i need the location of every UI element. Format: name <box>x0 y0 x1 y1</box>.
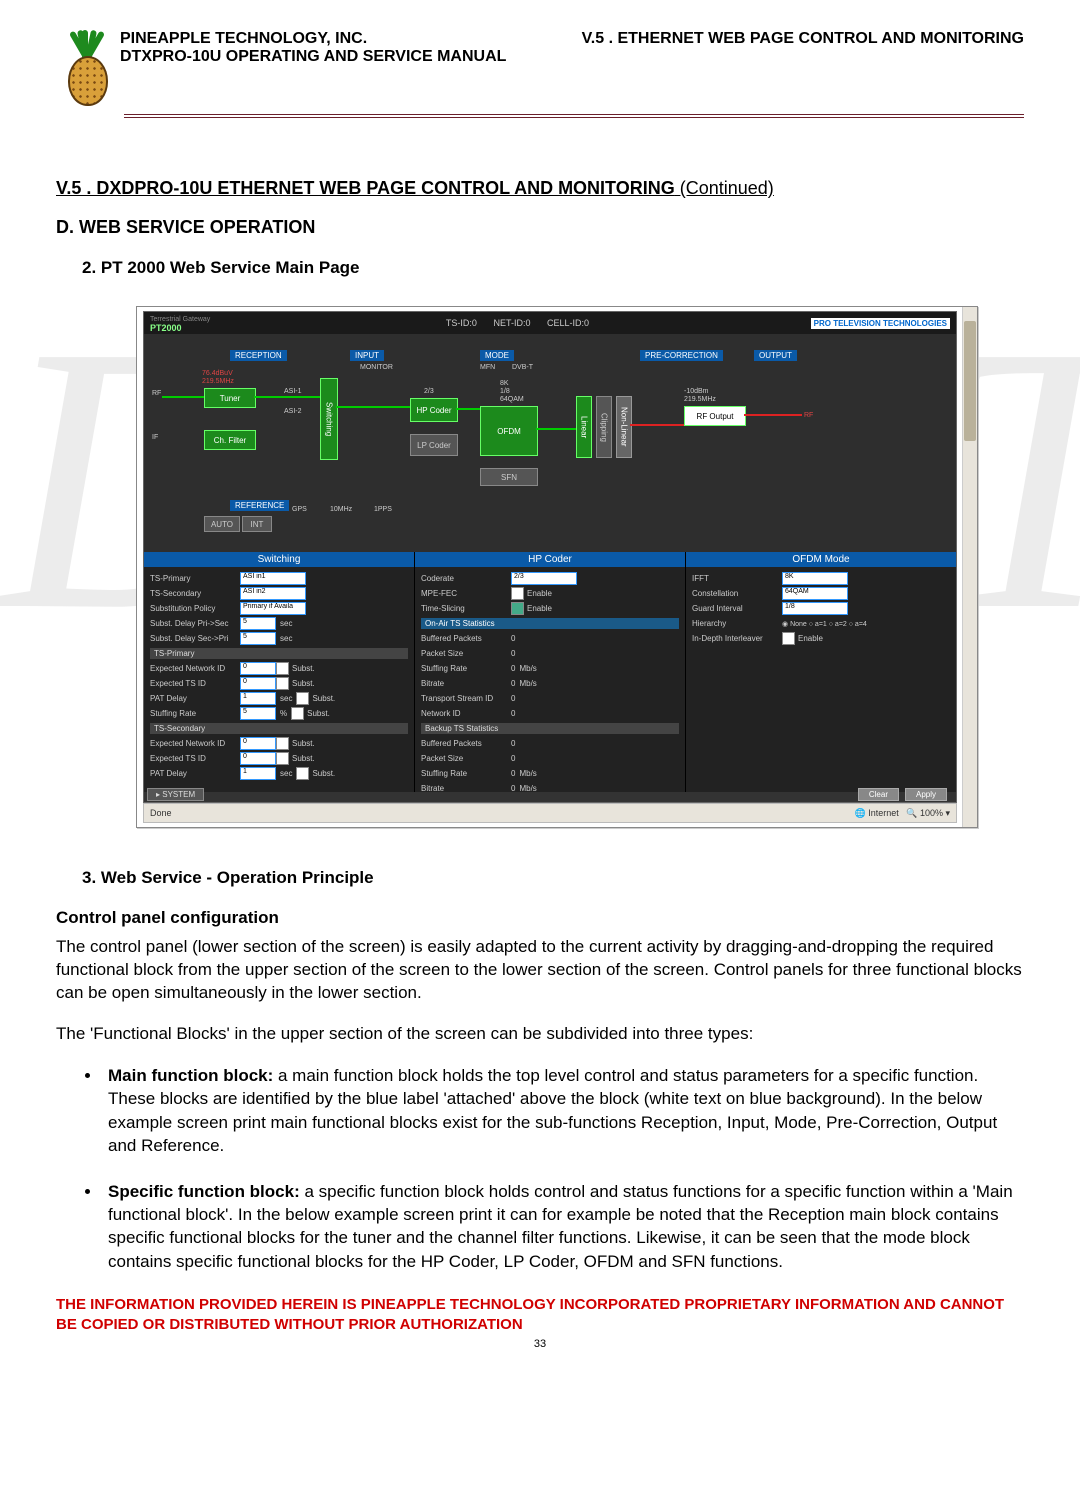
block-lp-coder[interactable]: LP Coder <box>410 434 458 456</box>
bullet-list: Main function block: a main function blo… <box>102 1064 1024 1274</box>
dropdown-guard[interactable]: 1/8 <box>782 602 848 615</box>
ref-auto[interactable]: AUTO <box>204 516 240 532</box>
block-tuner[interactable]: Tuner <box>204 388 256 408</box>
paragraph-1: The control panel (lower section of the … <box>56 936 1024 1005</box>
block-clipping[interactable]: Clipping <box>596 396 612 458</box>
header-rule <box>124 114 1024 118</box>
block-ofdm[interactable]: OFDM <box>480 406 538 456</box>
ref-int[interactable]: INT <box>242 516 272 532</box>
company-logo <box>56 30 116 110</box>
label-reference: REFERENCE <box>230 500 289 511</box>
input-delay-ps[interactable]: 5 <box>240 617 276 630</box>
block-linear[interactable]: Linear <box>576 396 592 458</box>
dropdown-ts-primary[interactable]: ASI in1 <box>240 572 306 585</box>
block-rf-output[interactable]: RF Output <box>684 406 746 426</box>
page-header: PINEAPPLE TECHNOLOGY, INC. DTXPRO-10U OP… <box>56 30 1024 110</box>
apply-button[interactable]: Apply <box>905 788 947 801</box>
embedded-screenshot: Terrestrial Gateway PT2000 TS-ID:0 NET-I… <box>136 306 976 828</box>
clear-button[interactable]: Clear <box>858 788 899 801</box>
vendor-logo: PRO TELEVISION TECHNOLOGIES <box>811 318 950 329</box>
browser-status-bar: Done Internet 🔍 100% ▾ <box>143 803 957 823</box>
heading-3: 3. Web Service - Operation Principle <box>82 868 1024 888</box>
bullet-main-function: Main function block: a main function blo… <box>102 1064 1024 1158</box>
dropdown-sub-policy[interactable]: Primary if Availa <box>240 602 306 615</box>
block-diagram: RECEPTION INPUT MODE PRE-CORRECTION OUTP… <box>144 334 956 552</box>
block-hp-coder[interactable]: HP Coder <box>410 398 458 422</box>
bullet-specific-function: Specific function block: a specific func… <box>102 1180 1024 1274</box>
block-switching[interactable]: Switching <box>320 378 338 460</box>
label-output: OUTPUT <box>754 350 797 361</box>
block-sfn[interactable]: SFN <box>480 468 538 486</box>
dropdown-ts-secondary[interactable]: ASI in2 <box>240 587 306 600</box>
footer-proprietary: THE INFORMATION PROVIDED HEREIN IS PINEA… <box>56 1295 1024 1334</box>
header-company: PINEAPPLE TECHNOLOGY, INC. <box>120 30 506 48</box>
cp-title: Control panel configuration <box>56 908 1024 928</box>
header-ids: TS-ID:0 NET-ID:0 CELL-ID:0 <box>432 318 589 328</box>
system-button[interactable]: ▸ SYSTEM <box>147 788 204 801</box>
header-manual: DTXPRO-10U OPERATING AND SERVICE MANUAL <box>120 48 506 66</box>
dropdown-coderate[interactable]: 2/3 <box>511 572 577 585</box>
label-mode: MODE <box>480 350 514 361</box>
panel-hp-coder[interactable]: HP Coder Coderate2/3 MPE-FECEnable Time-… <box>415 552 686 792</box>
page-number: 33 <box>56 1338 1024 1350</box>
panel-ofdm[interactable]: OFDM Mode IFFT8K Constellation64QAM Guar… <box>686 552 956 792</box>
label-input: INPUT <box>350 350 384 361</box>
checkbox[interactable] <box>276 662 289 675</box>
section-title: V.5 . DXDPRO-10U ETHERNET WEB PAGE CONTR… <box>56 178 1024 199</box>
dropdown-ifft[interactable]: 8K <box>782 572 848 585</box>
header-section-ref: V.5 . ETHERNET WEB PAGE CONTROL AND MONI… <box>582 30 1024 66</box>
device-brand: PT2000 <box>150 323 182 333</box>
browser-scrollbar[interactable] <box>962 307 977 827</box>
paragraph-2: The 'Functional Blocks' in the upper sec… <box>56 1023 1024 1046</box>
heading-d: D. WEB SERVICE OPERATION <box>56 217 1024 238</box>
label-precorrection: PRE-CORRECTION <box>640 350 723 361</box>
panel-switching[interactable]: Switching TS-PrimaryASI in1 TS-Secondary… <box>144 552 415 792</box>
block-ch-filter[interactable]: Ch. Filter <box>204 430 256 450</box>
heading-2: 2. PT 2000 Web Service Main Page <box>82 258 1024 278</box>
label-reception: RECEPTION <box>230 350 287 361</box>
block-nonlinear[interactable]: Non-Linear <box>616 396 632 458</box>
dropdown-const[interactable]: 64QAM <box>782 587 848 600</box>
input-delay-sp[interactable]: 5 <box>240 632 276 645</box>
